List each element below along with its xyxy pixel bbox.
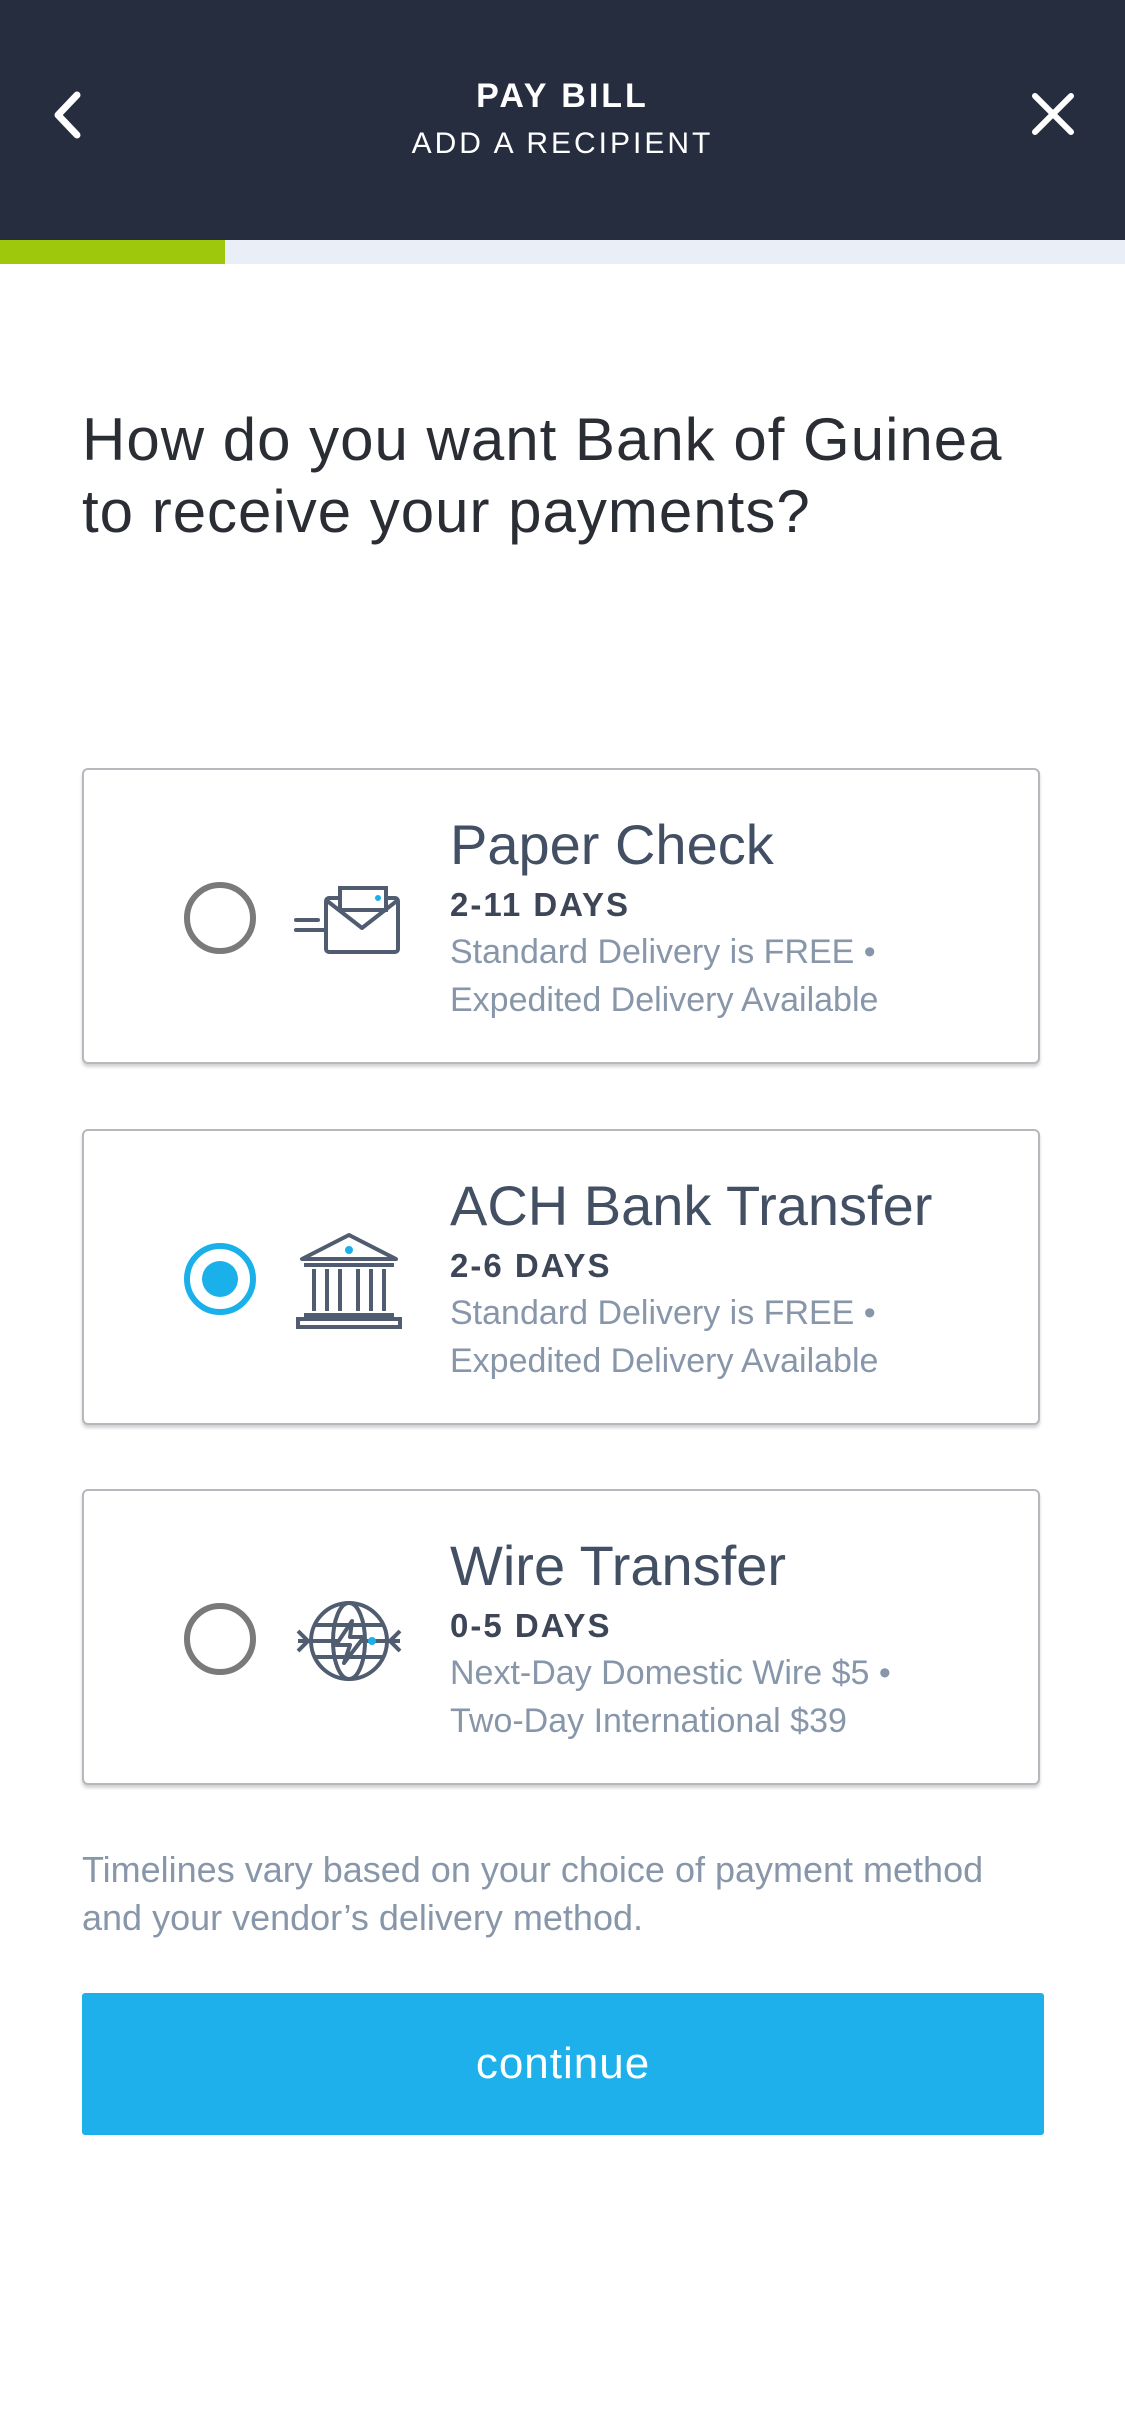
option-days: 2-6 DAYS (450, 1247, 612, 1284)
option-title: Wire Transfer (450, 1534, 787, 1597)
option-title: Paper Check (450, 813, 774, 876)
option-wire-transfer[interactable]: Wire Transfer 0-5 DAYS Next-Day Domestic… (82, 1489, 1040, 1785)
radio-ach-bank-transfer[interactable] (184, 1243, 256, 1315)
envelope-check-icon (294, 886, 400, 954)
close-button[interactable] (1025, 84, 1081, 144)
continue-button[interactable]: continue (82, 1993, 1044, 2135)
bank-building-icon (296, 1233, 402, 1329)
radio-paper-check[interactable] (184, 882, 256, 954)
option-days: 2-11 DAYS (450, 886, 631, 923)
globe-wire-icon (296, 1601, 402, 1681)
option-desc-line2: Expedited Delivery Available (450, 981, 879, 1019)
option-paper-check[interactable]: Paper Check 2-11 DAYS Standard Delivery … (82, 768, 1040, 1064)
option-desc-line2: Two-Day International $39 (450, 1702, 847, 1740)
option-desc-line1: Standard Delivery is FREE • (450, 933, 876, 971)
page-question: How do you want Bank of Guinea to receiv… (82, 406, 1003, 545)
progress-bar (0, 240, 1125, 264)
option-desc-line2: Expedited Delivery Available (450, 1342, 879, 1380)
close-icon (1032, 93, 1074, 135)
timeline-note: Timelines vary based on your choice of p… (82, 1849, 984, 1938)
option-desc-line1: Standard Delivery is FREE • (450, 1294, 876, 1332)
option-days: 0-5 DAYS (450, 1607, 612, 1644)
header-titles: PAY BILL ADD A RECIPIENT (0, 70, 1125, 166)
progress-fill (0, 240, 225, 264)
radio-wire-transfer[interactable] (184, 1603, 256, 1675)
option-desc-line1: Next-Day Domestic Wire $5 • (450, 1654, 891, 1692)
option-title: ACH Bank Transfer (450, 1174, 933, 1237)
header-subtitle: ADD A RECIPIENT (411, 127, 714, 160)
header-bar: PAY BILL ADD A RECIPIENT (0, 0, 1125, 240)
option-ach-bank-transfer[interactable]: ACH Bank Transfer 2-6 DAYS Standard Deli… (82, 1129, 1040, 1425)
header-title: PAY BILL (476, 77, 649, 115)
